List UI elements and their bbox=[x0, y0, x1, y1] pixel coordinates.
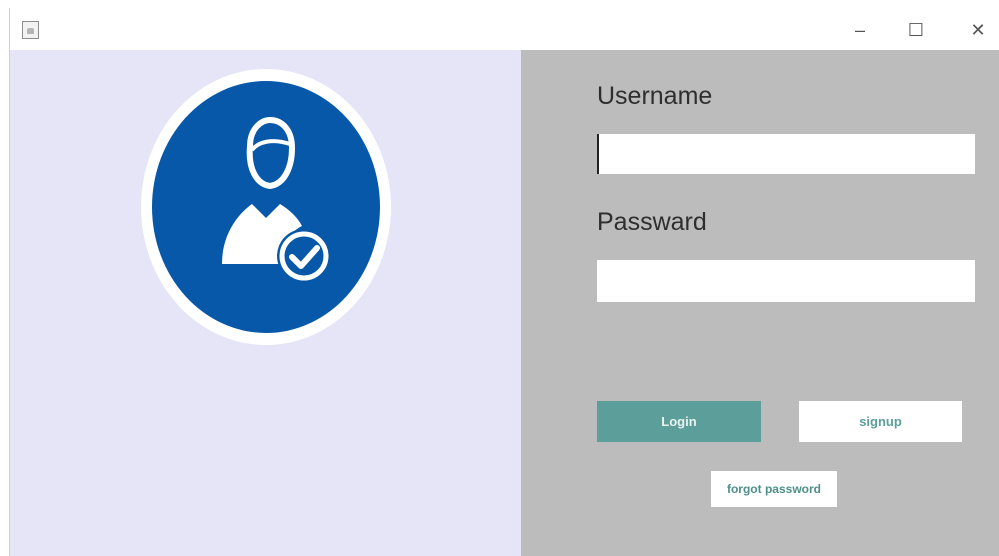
close-button[interactable]: ✕ bbox=[960, 16, 996, 44]
login-button[interactable]: Login bbox=[597, 401, 761, 442]
form-panel: Username Passward Login signup forgot pa… bbox=[521, 50, 999, 556]
signup-button[interactable]: signup bbox=[799, 401, 962, 442]
title-bar: – ☐ ✕ bbox=[10, 8, 999, 50]
avatar-panel bbox=[10, 50, 521, 556]
password-input[interactable] bbox=[597, 260, 975, 302]
forgot-password-button[interactable]: forgot password bbox=[711, 471, 837, 507]
minimize-button[interactable]: – bbox=[842, 16, 878, 44]
maximize-button[interactable]: ☐ bbox=[898, 16, 934, 44]
username-label: Username bbox=[597, 82, 713, 110]
password-label: Passward bbox=[597, 208, 707, 236]
username-input[interactable] bbox=[597, 134, 975, 174]
user-verified-icon bbox=[141, 69, 391, 345]
app-icon bbox=[22, 21, 39, 39]
login-window: – ☐ ✕ Username Passward Login signup for… bbox=[9, 8, 999, 556]
